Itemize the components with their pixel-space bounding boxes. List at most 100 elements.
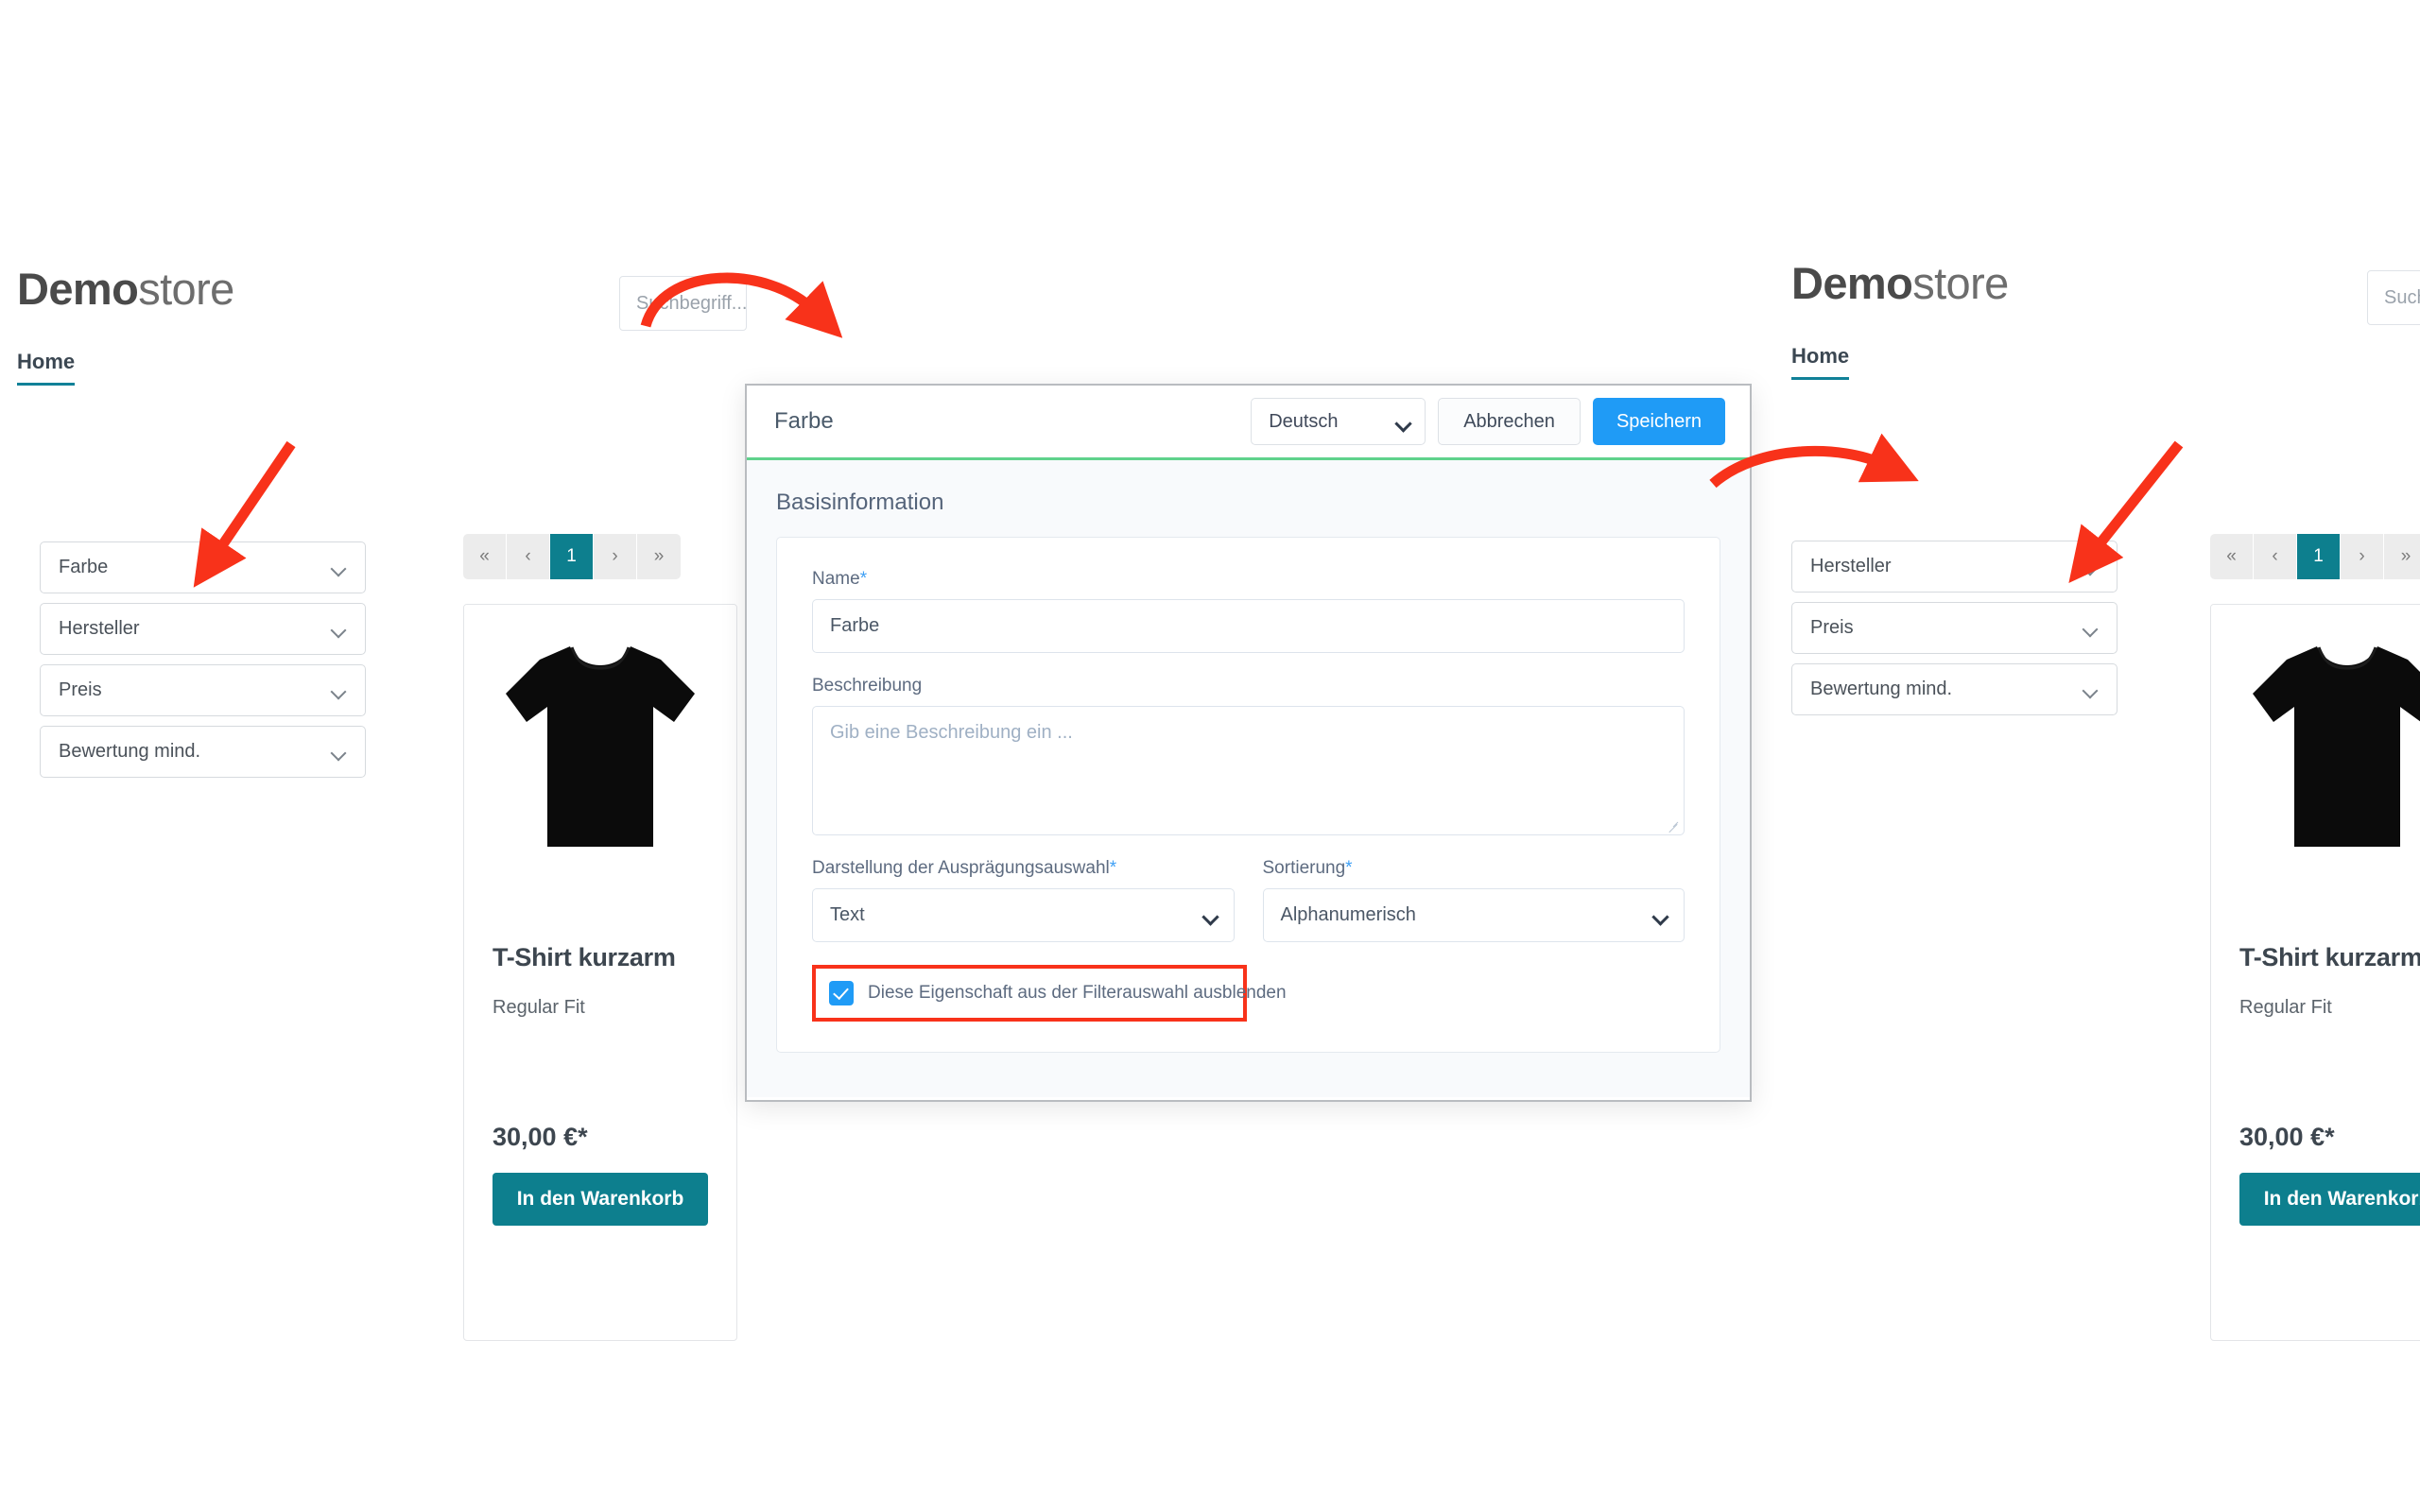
display-select[interactable]: Text <box>812 888 1235 942</box>
filter-bewertung[interactable]: Bewertung mind. <box>1791 663 2118 715</box>
store-logo-left[interactable]: Demostore <box>17 263 234 315</box>
hide-from-filter-checkbox[interactable] <box>829 981 854 1005</box>
filter-bewertung-label: Bewertung mind. <box>1810 679 1953 699</box>
logo-light-text: store <box>1912 258 2009 308</box>
add-to-cart-button[interactable]: In den Warenkorb <box>493 1173 708 1226</box>
modal-header: Farbe Deutsch Abbrechen Speichern <box>747 386 1750 460</box>
pagination-left: « ‹ 1 › » <box>463 534 681 579</box>
filter-hersteller-label: Hersteller <box>59 618 140 639</box>
chevron-down-icon <box>332 625 346 633</box>
display-select-value: Text <box>830 904 865 925</box>
product-card-right[interactable]: T-Shirt kurzarm Regular Fit 30,00 €* In … <box>2210 604 2420 1341</box>
description-placeholder: Gib eine Beschreibung ein ... <box>830 722 1073 743</box>
pagination-last[interactable]: » <box>2384 534 2420 579</box>
nav-item-home[interactable]: Home <box>1791 344 1850 380</box>
search-placeholder: Suchbegriff... <box>2384 286 2420 308</box>
logo-bold-text: Demo <box>1791 258 1913 308</box>
product-subtitle: Regular Fit <box>493 997 585 1018</box>
chevron-down-icon <box>1203 911 1217 919</box>
resize-handle-icon[interactable] <box>1668 819 1679 831</box>
product-body: T-Shirt kurzarm Regular Fit 30,00 €* In … <box>2211 917 2420 1226</box>
main-nav-left: Home <box>17 350 76 386</box>
filter-preis[interactable]: Preis <box>40 664 366 716</box>
pagination-next[interactable]: › <box>594 534 637 579</box>
modal-body: Basisinformation Name* Farbe Beschreibun… <box>747 460 1750 1097</box>
language-select[interactable]: Deutsch <box>1251 398 1426 445</box>
pagination-page-1[interactable]: 1 <box>550 534 594 579</box>
search-placeholder: Suchbegriff... <box>636 292 747 314</box>
name-field-group: Name* Farbe <box>812 569 1685 653</box>
add-to-cart-button[interactable]: In den Warenkorb <box>2239 1173 2420 1226</box>
product-image-wrap <box>2211 605 2420 917</box>
basisinformation-panel: Name* Farbe Beschreibung Gib eine Beschr… <box>776 537 1720 1053</box>
pagination-page-1[interactable]: 1 <box>2297 534 2341 579</box>
sorting-select[interactable]: Alphanumerisch <box>1262 888 1685 942</box>
name-field-label: Name* <box>812 569 1685 590</box>
filter-bewertung-label: Bewertung mind. <box>59 741 201 762</box>
main-nav-right: Home <box>1791 344 1850 380</box>
nav-item-home[interactable]: Home <box>17 350 76 386</box>
modal-title: Farbe <box>774 408 834 434</box>
logo-bold-text: Demo <box>17 264 139 314</box>
pagination-last[interactable]: » <box>637 534 681 579</box>
sorting-field-group: Sortierung* Alphanumerisch <box>1262 858 1685 942</box>
store-logo-right[interactable]: Demostore <box>1791 257 2009 309</box>
filter-hersteller[interactable]: Hersteller <box>1791 541 2118 593</box>
hide-from-filter-highlight: Diese Eigenschaft aus der Filterauswahl … <box>812 965 1287 1022</box>
name-input[interactable]: Farbe <box>812 599 1685 653</box>
product-price: 30,00 €* <box>493 1123 588 1151</box>
pagination-right: « ‹ 1 › » <box>2210 534 2420 579</box>
filter-farbe-label: Farbe <box>59 557 109 577</box>
sorting-label-text: Sortierung <box>1262 858 1346 878</box>
screenshot-root: Demostore Home Suchbegriff... Farbe Hers… <box>0 0 2420 1512</box>
name-label-text: Name <box>812 569 860 589</box>
filter-hersteller-label: Hersteller <box>1810 556 1892 576</box>
filter-panel-right: Hersteller Preis Bewertung mind. <box>1791 541 2118 725</box>
storefront-right: Demostore Home Suchbegriff... Hersteller… <box>1768 0 2420 1512</box>
chevron-down-icon <box>2083 562 2098 571</box>
pagination-next[interactable]: › <box>2341 534 2384 579</box>
sorting-select-value: Alphanumerisch <box>1280 904 1416 925</box>
display-label-text: Darstellung der Ausprägungsauswahl <box>812 858 1110 878</box>
search-input-right[interactable]: Suchbegriff... <box>2367 270 2420 325</box>
logo-light-text: store <box>138 264 234 314</box>
section-title-basisinformation: Basisinformation <box>776 490 944 515</box>
tshirt-image <box>2253 646 2420 847</box>
product-title: T-Shirt kurzarm <box>2239 943 2420 971</box>
required-marker: * <box>859 569 868 589</box>
cancel-button[interactable]: Abbrechen <box>1438 398 1581 445</box>
product-body: T-Shirt kurzarm Regular Fit 30,00 €* In … <box>464 917 736 1226</box>
display-sorting-row: Darstellung der Ausprägungsauswahl* Text… <box>812 858 1685 942</box>
tshirt-image <box>506 646 695 847</box>
pagination-first[interactable]: « <box>463 534 507 579</box>
display-field-label: Darstellung der Ausprägungsauswahl* <box>812 858 1235 879</box>
description-textarea[interactable]: Gib eine Beschreibung ein ... <box>812 706 1685 835</box>
save-button[interactable]: Speichern <box>1592 398 1725 445</box>
required-marker: * <box>1109 858 1117 878</box>
pagination-prev[interactable]: ‹ <box>507 534 550 579</box>
filter-bewertung[interactable]: Bewertung mind. <box>40 726 366 778</box>
filter-hersteller[interactable]: Hersteller <box>40 603 366 655</box>
product-subtitle: Regular Fit <box>2239 997 2332 1018</box>
hide-from-filter-label: Diese Eigenschaft aus der Filterauswahl … <box>868 983 1287 1003</box>
chevron-down-icon <box>1396 418 1409 426</box>
filter-farbe[interactable]: Farbe <box>40 541 366 593</box>
chevron-down-icon <box>1653 911 1667 919</box>
pagination-first[interactable]: « <box>2210 534 2254 579</box>
chevron-down-icon <box>2083 685 2098 694</box>
description-field-group: Beschreibung Gib eine Beschreibung ein .… <box>812 676 1685 835</box>
filter-panel-left: Farbe Hersteller Preis Bewertung mind. <box>40 541 366 787</box>
search-input-left[interactable]: Suchbegriff... <box>619 276 747 331</box>
chevron-down-icon <box>2083 624 2098 632</box>
product-price: 30,00 €* <box>2239 1123 2335 1151</box>
chevron-down-icon <box>332 563 346 572</box>
filter-preis-label: Preis <box>1810 617 1854 638</box>
sorting-field-label: Sortierung* <box>1263 858 1685 879</box>
pagination-prev[interactable]: ‹ <box>2254 534 2297 579</box>
required-marker: * <box>1345 858 1353 878</box>
display-field-group: Darstellung der Ausprägungsauswahl* Text <box>812 858 1235 942</box>
chevron-down-icon <box>332 686 346 695</box>
description-field-label: Beschreibung <box>812 676 923 696</box>
product-card-left[interactable]: T-Shirt kurzarm Regular Fit 30,00 €* In … <box>463 604 737 1341</box>
filter-preis[interactable]: Preis <box>1791 602 2118 654</box>
